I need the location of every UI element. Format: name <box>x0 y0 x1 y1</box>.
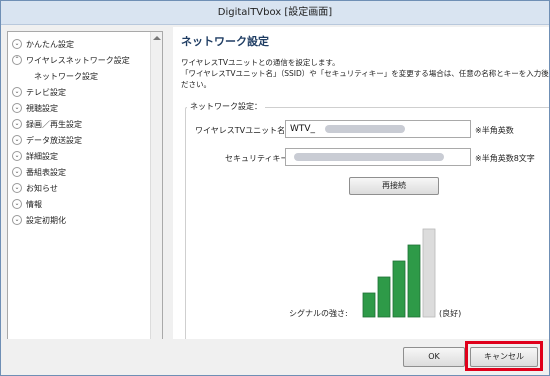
sidebar-item-network-settings[interactable]: ネットワーク設定 <box>12 68 148 84</box>
sidebar-scrollbar[interactable] <box>150 32 162 358</box>
sidebar-item-info[interactable]: ⌄ 情報 <box>12 196 148 212</box>
chevron-down-icon: ⌄ <box>12 167 22 177</box>
sidebar-item-label: お知らせ <box>26 183 58 193</box>
settings-window: DigitalTVbox [設定画面] ⌄ かんたん設定 ⌃ ワイヤレスネットワ… <box>0 0 550 376</box>
chevron-down-icon: ⌄ <box>12 119 22 129</box>
sidebar-item-label: 情報 <box>26 199 42 209</box>
sidebar-item-advanced[interactable]: ⌄ 詳細設定 <box>12 148 148 164</box>
sidebar-item-tv-settings[interactable]: ⌄ テレビ設定 <box>12 84 148 100</box>
sidebar-item-viewing-settings[interactable]: ⌄ 視聴設定 <box>12 100 148 116</box>
chevron-up-icon: ⌃ <box>12 55 22 65</box>
signal-bar-active <box>392 260 406 318</box>
sidebar-item-easy-setup[interactable]: ⌄ かんたん設定 <box>12 36 148 52</box>
sidebar-item-label: かんたん設定 <box>26 39 74 49</box>
sidebar-item-wireless-network[interactable]: ⌃ ワイヤレスネットワーク設定 <box>12 52 148 68</box>
sidebar-item-record-playback[interactable]: ⌄ 録画／再生設定 <box>12 116 148 132</box>
chevron-down-icon: ⌄ <box>12 199 22 209</box>
chevron-down-icon: ⌄ <box>12 39 22 49</box>
scroll-up-icon[interactable] <box>153 36 161 40</box>
main-panel: ネットワーク設定 ワイヤレスTVユニットとの通信を設定します。 「ワイヤレスTV… <box>173 27 549 355</box>
sidebar-item-reset[interactable]: ⌄ 設定初期化 <box>12 212 148 228</box>
sidebar-item-program-guide[interactable]: ⌄ 番組表設定 <box>12 164 148 180</box>
signal-status: (良好) <box>439 309 462 318</box>
chevron-down-icon: ⌄ <box>12 151 22 161</box>
sidebar-item-label: 設定初期化 <box>26 215 66 225</box>
sidebar-item-label: 視聴設定 <box>26 103 58 113</box>
sidebar-item-label: 詳細設定 <box>26 151 58 161</box>
signal-bar-active <box>377 276 391 318</box>
sidebar-list: ⌄ かんたん設定 ⌃ ワイヤレスネットワーク設定 ネットワーク設定 ⌄ テレビ設… <box>12 36 148 228</box>
ok-button[interactable]: OK <box>403 347 465 367</box>
sidebar-item-label: ネットワーク設定 <box>34 71 98 81</box>
signal-strength-meter <box>362 228 436 318</box>
sidebar-item-label: データ放送設定 <box>26 135 82 145</box>
sidebar-item-notices[interactable]: ⌄ お知らせ <box>12 180 148 196</box>
chevron-down-icon: ⌄ <box>12 215 22 225</box>
signal-bar-active <box>407 244 421 318</box>
chevron-down-icon: ⌄ <box>12 87 22 97</box>
sidebar: ⌄ かんたん設定 ⌃ ワイヤレスネットワーク設定 ネットワーク設定 ⌄ テレビ設… <box>7 31 163 359</box>
chevron-down-icon: ⌄ <box>12 183 22 193</box>
window-title: DigitalTVbox [設定画面] <box>1 1 549 25</box>
signal-bar-active <box>362 292 376 318</box>
sidebar-item-label: ワイヤレスネットワーク設定 <box>26 55 130 65</box>
sidebar-item-label: 録画／再生設定 <box>26 119 82 129</box>
sidebar-item-data-broadcast[interactable]: ⌄ データ放送設定 <box>12 132 148 148</box>
chevron-down-icon: ⌄ <box>12 135 22 145</box>
sidebar-item-label: テレビ設定 <box>26 87 66 97</box>
sidebar-item-label: 番組表設定 <box>26 167 66 177</box>
signal-bar-inactive <box>422 228 436 318</box>
chevron-down-icon: ⌄ <box>12 103 22 113</box>
cancel-highlight-frame <box>465 341 543 371</box>
